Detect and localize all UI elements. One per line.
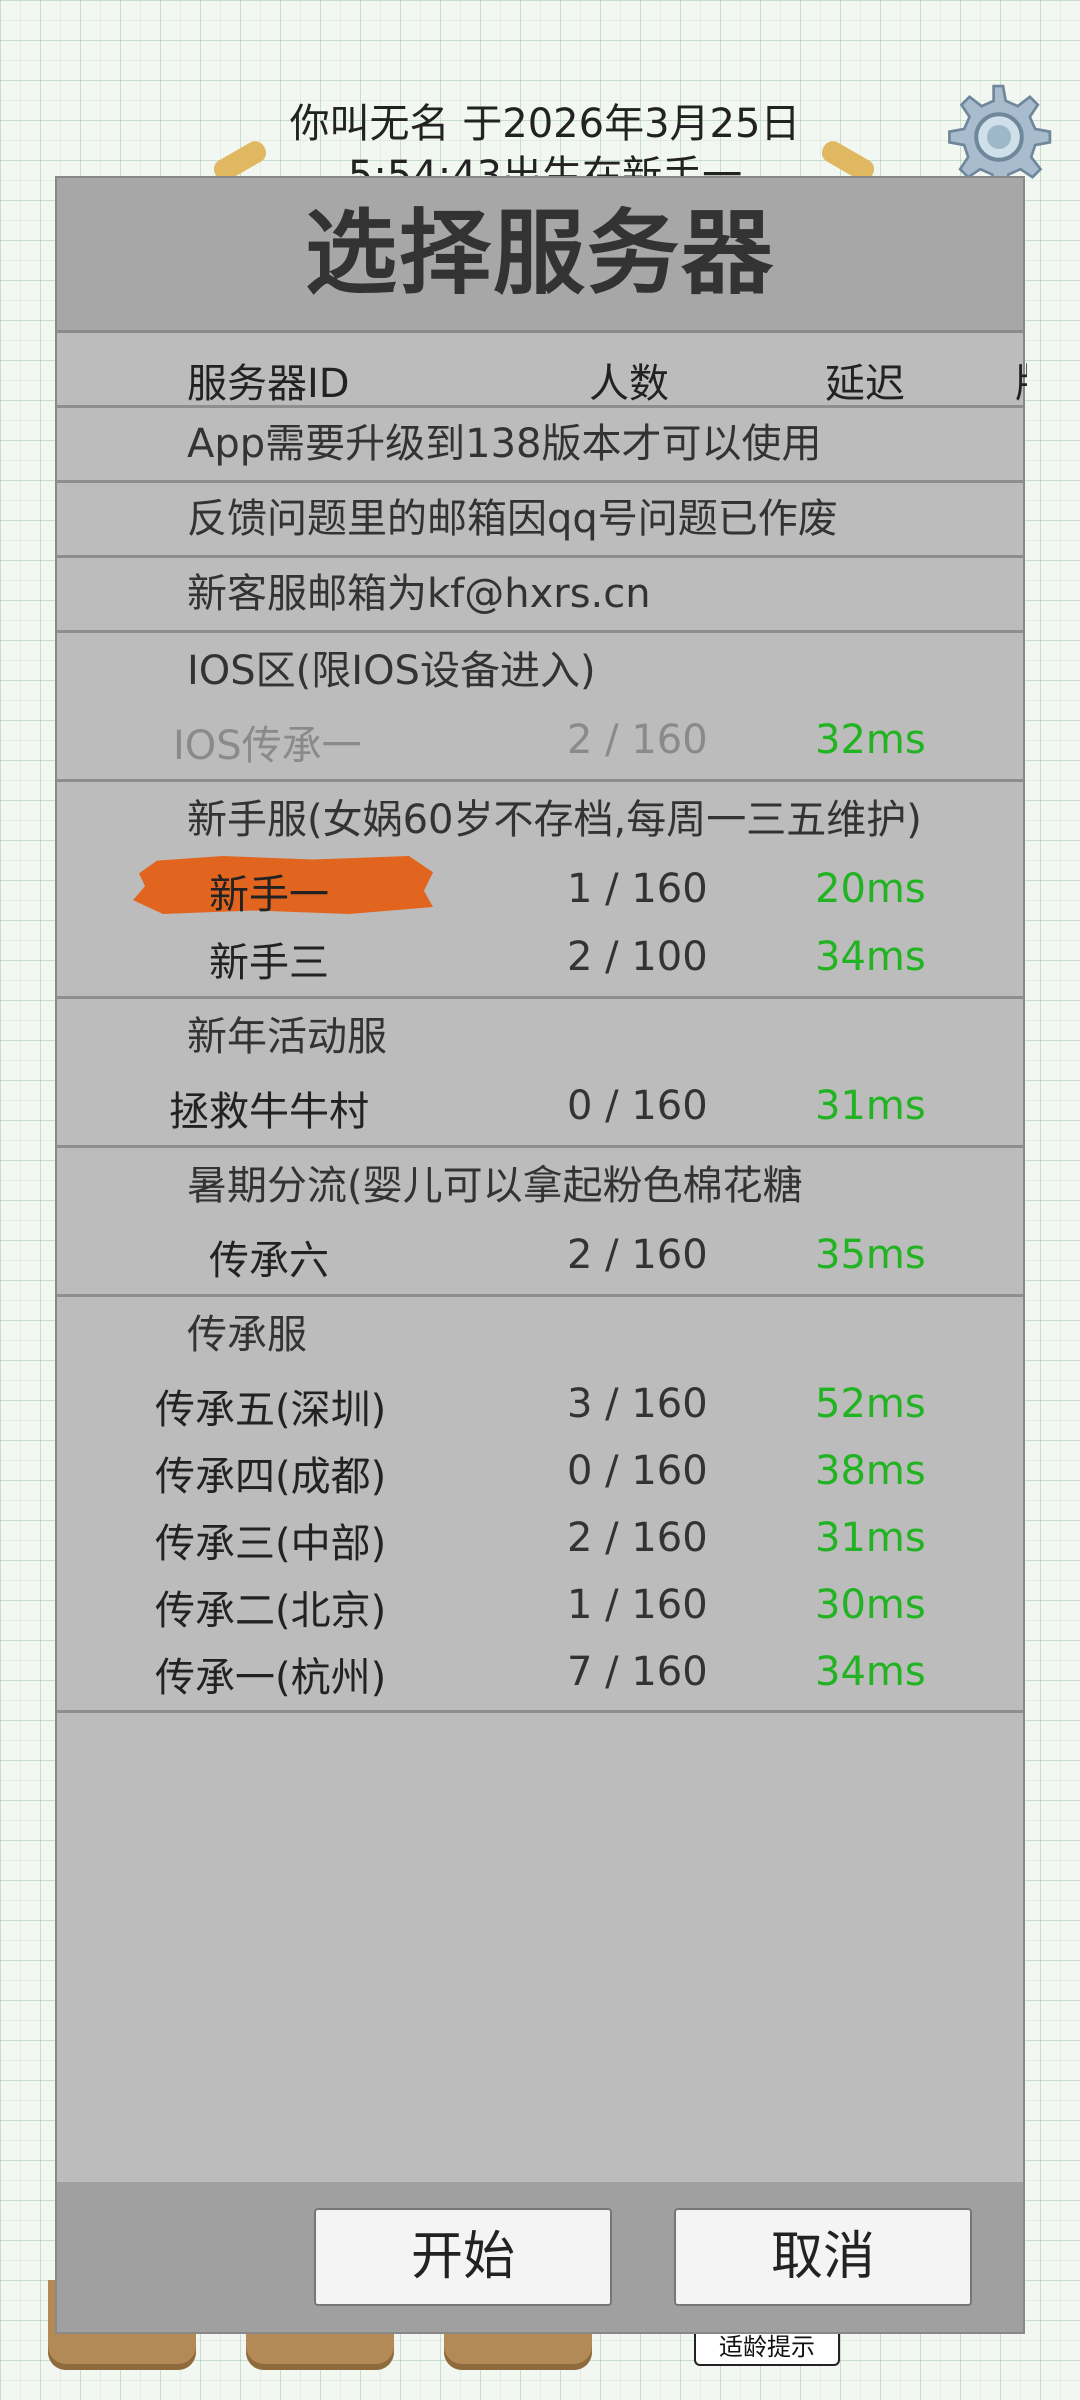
- notice-row: 新客服邮箱为kf@hxrs.cn: [57, 558, 1023, 633]
- server-ping: 32ms: [815, 717, 926, 763]
- server-count: 2 / 160: [567, 1232, 708, 1278]
- server-group-newbie: 新手服(女娲60岁不存档,每周一三五维护) 新手一 1 / 160 20ms 新…: [57, 782, 1023, 999]
- server-count: 1 / 160: [567, 866, 708, 912]
- group-title: 传承服: [187, 1312, 307, 1358]
- server-count: 0 / 160: [567, 1448, 708, 1494]
- server-ping: 20ms: [815, 866, 926, 912]
- server-row[interactable]: 传承二(北京) 1 / 160 30ms: [57, 1570, 1023, 1637]
- server-count: 2 / 160: [567, 1515, 708, 1561]
- server-name: 传承三(中部): [155, 1521, 387, 1567]
- server-name: 传承四(成都): [155, 1454, 387, 1500]
- server-ping: 31ms: [815, 1515, 926, 1561]
- server-row[interactable]: 传承五(深圳) 3 / 160 52ms: [57, 1369, 1023, 1436]
- server-name: 拯救牛牛村: [169, 1089, 369, 1135]
- server-name: 传承六: [209, 1238, 329, 1284]
- cancel-button[interactable]: 取消: [674, 2208, 972, 2306]
- group-title: 新手服(女娲60岁不存档,每周一三五维护): [187, 797, 922, 843]
- server-group-inheritance: 传承服 传承五(深圳) 3 / 160 52ms 传承四(成都) 0 / 160…: [57, 1297, 1023, 1713]
- server-name: 传承二(北京): [155, 1588, 387, 1634]
- server-row[interactable]: IOS传承一 2 / 160 32ms: [57, 705, 1023, 773]
- column-version: 版: [1015, 351, 1027, 409]
- server-group-ios: IOS区(限IOS设备进入) IOS传承一 2 / 160 32ms: [57, 633, 1023, 782]
- server-ping: 35ms: [815, 1232, 926, 1278]
- server-row[interactable]: 传承一(杭州) 7 / 160 34ms: [57, 1637, 1023, 1704]
- column-header: 服务器ID 人数 延迟 版: [57, 341, 1027, 408]
- group-title: 暑期分流(婴儿可以拿起粉色棉花糖: [187, 1163, 803, 1209]
- server-ping: 30ms: [815, 1582, 926, 1628]
- server-row[interactable]: 新手三 2 / 100 34ms: [57, 922, 1023, 990]
- server-ping: 34ms: [815, 934, 926, 980]
- server-row-selected[interactable]: 新手一 1 / 160 20ms: [57, 854, 1023, 922]
- dialog-title: 选择服务器: [57, 178, 1023, 333]
- column-latency: 延迟: [825, 361, 905, 407]
- server-ping: 52ms: [815, 1381, 926, 1427]
- server-name: IOS传承一: [173, 723, 362, 769]
- start-button[interactable]: 开始: [314, 2208, 612, 2306]
- server-row[interactable]: 传承六 2 / 160 35ms: [57, 1220, 1023, 1288]
- server-count: 1 / 160: [567, 1582, 708, 1628]
- server-count: 2 / 160: [567, 717, 708, 763]
- birth-info-text: 你叫无名 于2026年3月25日 5:54:43出生在新手一: [200, 98, 890, 186]
- column-server-id: 服务器ID: [187, 361, 350, 407]
- notice-row: App需要升级到138版本才可以使用: [57, 408, 1023, 483]
- server-count: 3 / 160: [567, 1381, 708, 1427]
- group-title: 新年活动服: [187, 1014, 387, 1060]
- dialog-footer: 开始 取消: [57, 2182, 1023, 2332]
- server-ping: 34ms: [815, 1649, 926, 1695]
- notice-row: 反馈问题里的邮箱因qq号问题已作废: [57, 483, 1023, 558]
- server-ping: 31ms: [815, 1083, 926, 1129]
- server-count: 2 / 100: [567, 934, 708, 980]
- server-row[interactable]: 传承三(中部) 2 / 160 31ms: [57, 1503, 1023, 1570]
- server-name: 传承五(深圳): [155, 1387, 387, 1433]
- server-count: 0 / 160: [567, 1083, 708, 1129]
- server-name: 新手三: [209, 940, 329, 986]
- server-name: 新手一: [209, 872, 329, 918]
- birth-info-line1: 你叫无名 于2026年3月25日: [289, 101, 801, 147]
- server-select-dialog: 选择服务器 服务器ID 人数 延迟 版 App需要升级到138版本才可以使用 反…: [55, 176, 1027, 2334]
- server-name: 传承一(杭州): [155, 1655, 387, 1701]
- server-group-new-year: 新年活动服 拯救牛牛村 0 / 160 31ms: [57, 999, 1023, 1148]
- server-row[interactable]: 传承四(成都) 0 / 160 38ms: [57, 1436, 1023, 1503]
- column-player-count: 人数: [589, 361, 669, 407]
- server-group-summer: 暑期分流(婴儿可以拿起粉色棉花糖 传承六 2 / 160 35ms: [57, 1148, 1023, 1297]
- server-count: 7 / 160: [567, 1649, 708, 1695]
- server-ping: 38ms: [815, 1448, 926, 1494]
- server-row[interactable]: 拯救牛牛村 0 / 160 31ms: [57, 1071, 1023, 1139]
- group-title: IOS区(限IOS设备进入): [187, 648, 596, 694]
